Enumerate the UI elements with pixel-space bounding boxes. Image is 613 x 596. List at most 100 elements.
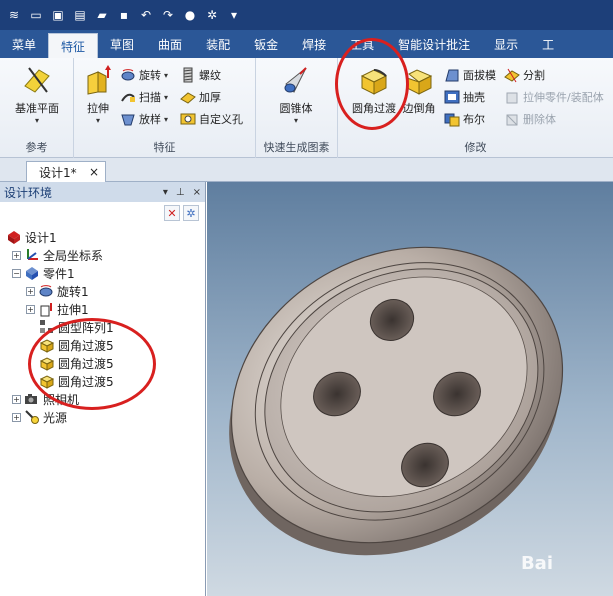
split-icon <box>504 68 520 83</box>
new-part-icon[interactable]: ▣ <box>50 7 66 23</box>
group-modify-label: 修改 <box>464 141 487 154</box>
boolean-button[interactable]: 布尔 <box>444 110 485 128</box>
sparkle-icon[interactable]: ✲ <box>183 205 199 221</box>
sparkle-icon[interactable]: ✲ <box>204 7 220 23</box>
face-draft-button[interactable]: 面拔模 <box>444 66 496 84</box>
chevron-down-icon: ▾ <box>164 70 169 80</box>
custom-hole-label: 自定义孔 <box>199 113 243 126</box>
boolean-icon <box>444 113 460 127</box>
thicken-label: 加厚 <box>199 91 221 104</box>
extrude-part-button[interactable]: 拉伸零件/装配体 <box>504 88 604 106</box>
tree-node-label: 设计1 <box>25 230 57 245</box>
tree-node-global-coords[interactable]: + 全局坐标系 <box>6 246 205 264</box>
tree-node-extrude[interactable]: + 拉伸1 <box>6 300 205 318</box>
tree-node-part[interactable]: − 零件1 <box>6 264 205 282</box>
panel-toolbar: ✕ ✲ <box>0 202 205 224</box>
pin-icon[interactable]: ⊥ <box>176 187 185 198</box>
collapse-icon[interactable]: − <box>12 268 21 278</box>
tab-feature[interactable]: 特征 <box>48 33 99 58</box>
tree-node-light[interactable]: + 光源 <box>6 408 205 426</box>
delete-body-button[interactable]: 删除体 <box>504 110 556 128</box>
redo-icon[interactable]: ↷ <box>160 7 176 23</box>
expand-icon[interactable]: + <box>26 286 35 296</box>
revolve-button[interactable]: 旋转 ▾ <box>120 66 168 84</box>
panel-menu-icon[interactable]: ▾ <box>163 187 168 198</box>
expand-icon[interactable]: + <box>12 412 21 422</box>
thicken-button[interactable]: 加厚 <box>180 88 221 106</box>
delete-icon[interactable]: ✕ <box>164 205 180 221</box>
close-icon[interactable]: × <box>89 165 99 179</box>
loft-label: 放样 <box>139 113 161 126</box>
shell-button[interactable]: 抽壳 <box>444 88 485 106</box>
loft-button[interactable]: 放样 ▾ <box>120 110 168 128</box>
cone-icon <box>284 67 307 93</box>
watermark: Bai <box>520 553 553 574</box>
cone-button[interactable]: 圆锥体 ▾ <box>274 64 318 125</box>
quick-access-toolbar: ≋ ▭ ▣ ▤ ▰ ▪ ↶ ↷ ● ✲ ▾ <box>0 0 613 30</box>
tab-surface[interactable]: 曲面 <box>146 30 194 58</box>
split-label: 分割 <box>523 69 545 82</box>
split-button[interactable]: 分割 <box>504 66 545 84</box>
datum-plane-label: 基准平面 <box>15 102 59 115</box>
sweep-label: 扫描 <box>139 91 161 104</box>
expand-icon[interactable]: + <box>12 394 21 404</box>
expand-icon[interactable]: + <box>12 250 21 260</box>
custom-hole-button[interactable]: 自定义孔 <box>180 110 243 128</box>
button-model <box>229 246 564 556</box>
face-draft-icon <box>445 69 459 82</box>
save-icon[interactable]: ▪ <box>116 7 132 23</box>
undo-icon[interactable]: ↶ <box>138 7 154 23</box>
datum-plane-button[interactable]: 基准平面 ▾ <box>10 64 64 125</box>
document-tab[interactable]: 设计1* × <box>26 161 106 182</box>
datum-plane-icon <box>24 67 50 93</box>
sweep-icon <box>121 93 135 102</box>
tab-assembly[interactable]: 装配 <box>194 30 242 58</box>
camera-icon <box>25 394 37 404</box>
extrude-icon <box>87 65 111 95</box>
tab-sheetmetal[interactable]: 钣金 <box>242 30 290 58</box>
customize-dropdown-icon[interactable]: ▾ <box>226 7 242 23</box>
thread-label: 螺纹 <box>199 69 221 82</box>
chevron-down-icon: ▾ <box>34 116 39 125</box>
custom-hole-icon <box>180 113 196 125</box>
3d-viewport[interactable]: Bai <box>207 182 613 596</box>
ribbon-tab-bar: 菜单 特征 草图 曲面 装配 钣金 焊接 工具 智能设计批注 显示 工 <box>0 30 613 58</box>
part-icon <box>26 267 38 280</box>
thicken-icon <box>180 92 196 104</box>
chevron-down-icon: ▾ <box>164 114 169 124</box>
document-tab-bar: 设计1* × <box>0 158 613 182</box>
app-menu-icon[interactable]: ≋ <box>6 7 22 23</box>
chevron-down-icon: ▾ <box>95 116 100 125</box>
folder-icon[interactable]: ▰ <box>94 7 110 23</box>
render-icon[interactable]: ● <box>182 7 198 23</box>
tree-node-label: 零件1 <box>43 266 75 281</box>
new-icon[interactable]: ▭ <box>28 7 44 23</box>
group-quick-label: 快速生成图素 <box>263 141 330 154</box>
panel-close-icon[interactable]: × <box>193 187 201 198</box>
shell-icon <box>444 90 460 104</box>
group-feature-label: 特征 <box>153 141 176 154</box>
tab-more[interactable]: 工 <box>530 30 566 58</box>
delete-body-icon <box>506 114 518 126</box>
tree-node-revolve[interactable]: + 旋转1 <box>6 282 205 300</box>
tab-menu[interactable]: 菜单 <box>0 30 48 58</box>
open-icon[interactable]: ▤ <box>72 7 88 23</box>
group-quick-primitives: 圆锥体 ▾ 快速生成图素 <box>256 58 338 158</box>
sweep-button[interactable]: 扫描 ▾ <box>120 88 168 106</box>
thread-button[interactable]: 螺纹 <box>180 66 221 84</box>
tab-display[interactable]: 显示 <box>482 30 530 58</box>
group-reference: 基准平面 ▾ 参考 <box>0 58 74 158</box>
tree-node-design[interactable]: 设计1 <box>6 228 205 246</box>
expand-icon[interactable]: + <box>26 304 35 314</box>
thread-icon <box>183 67 193 83</box>
ribbon-panel: 基准平面 ▾ 参考 拉伸 ▾ 旋转 ▾ 扫描 ▾ 放样 ▾ 螺纹 加厚 自定义孔… <box>0 58 613 158</box>
tab-weld[interactable]: 焊接 <box>290 30 338 58</box>
tree-node-label: 旋转1 <box>57 284 89 299</box>
highlight-circle-tree <box>28 318 156 410</box>
revolve-icon <box>121 69 135 81</box>
chevron-down-icon: ▾ <box>164 92 169 102</box>
extrude-icon <box>40 303 52 317</box>
delete-body-label: 删除体 <box>523 113 556 126</box>
extrude-button[interactable]: 拉伸 ▾ <box>80 64 116 125</box>
tab-sketch[interactable]: 草图 <box>98 30 146 58</box>
